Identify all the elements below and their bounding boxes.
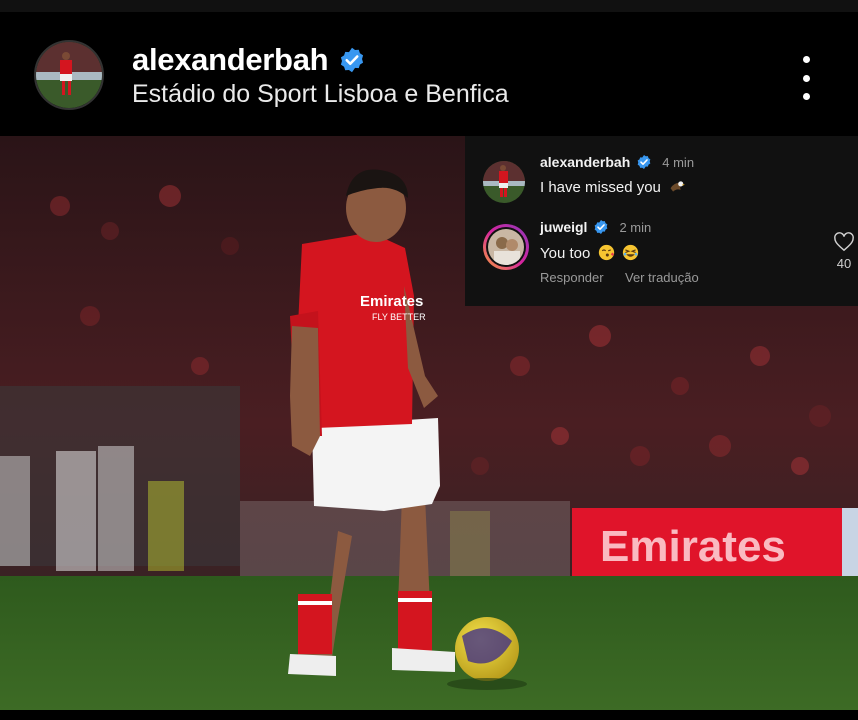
kissing-face-emoji-icon	[598, 244, 614, 261]
status-strip	[0, 0, 858, 12]
comment-author[interactable]: alexanderbah	[540, 154, 630, 170]
profile-avatar[interactable]	[34, 40, 104, 110]
laughing-face-emoji-icon	[622, 244, 638, 261]
post-header: alexanderbah Estádio do Sport Lisboa e B…	[0, 12, 858, 136]
shirt-sponsor-text: Emirates	[360, 293, 423, 310]
heart-icon[interactable]	[833, 232, 855, 252]
comment-author[interactable]: juweigl	[540, 219, 587, 235]
bottom-strip	[0, 710, 858, 720]
like-count: 40	[836, 256, 852, 271]
comment-text: I have missed you	[540, 179, 661, 196]
translate-link[interactable]: Ver tradução	[625, 270, 699, 285]
verified-badge-icon	[637, 155, 651, 169]
comment-time: 4 min	[662, 154, 695, 170]
ad-banner-text: Emirates	[600, 522, 786, 571]
comment-avatar-story[interactable]	[483, 224, 529, 270]
eagle-emoji-icon	[670, 181, 686, 192]
verified-badge-icon	[595, 220, 608, 234]
comments-overlay: alexanderbah 4 min I have missed you juw…	[465, 136, 858, 306]
post-location[interactable]: Estádio do Sport Lisboa e Benfica	[132, 80, 509, 109]
shirt-sponsor-sub: FLY BETTER	[372, 312, 426, 322]
comment-time: 2 min	[619, 219, 652, 235]
reply-link[interactable]: Responder	[540, 270, 604, 285]
comment-avatar[interactable]	[483, 161, 525, 203]
more-vertical-icon[interactable]	[792, 56, 820, 100]
profile-username[interactable]: alexanderbah	[132, 42, 329, 78]
verified-badge-icon	[341, 47, 364, 73]
comment-text: You too	[540, 245, 591, 262]
